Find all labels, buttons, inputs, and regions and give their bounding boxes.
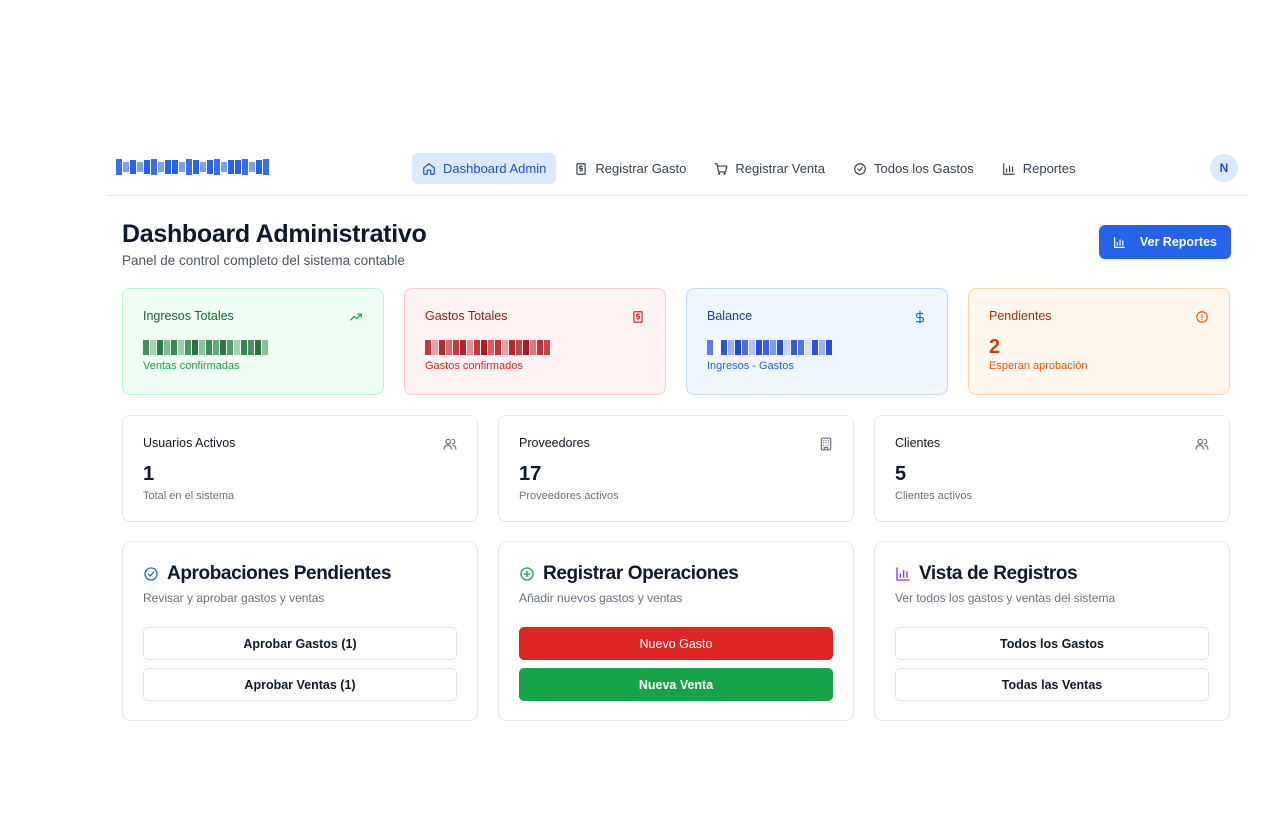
stat-label: Ingresos Totales — [143, 309, 234, 323]
stat-value: 2 — [989, 335, 1001, 358]
info-usuarios-activos: Usuarios Activos 1 Total en el sistema — [122, 415, 478, 522]
stat-label: Balance — [707, 309, 753, 323]
aprobar-ventas-button[interactable]: Aprobar Ventas (1) — [143, 668, 457, 701]
card-aprobaciones-pendientes: Aprobaciones Pendientes Revisar y aproba… — [122, 541, 478, 721]
info-note: Proveedores activos — [519, 490, 619, 502]
page-subtitle: Panel de control completo del sistema co… — [122, 253, 405, 268]
dollar-icon — [915, 310, 925, 324]
info-value: 1 — [143, 463, 155, 485]
cart-icon — [714, 162, 728, 175]
nav-registrar-venta[interactable]: Registrar Venta — [704, 153, 835, 184]
stat-value-redacted — [143, 336, 363, 358]
nuevo-gasto-button[interactable]: Nuevo Gasto — [519, 627, 833, 660]
nav-label: Registrar Gasto — [595, 161, 687, 176]
info-cards: Usuarios Activos 1 Total en el sistema P… — [122, 415, 1231, 522]
info-proveedores: Proveedores 17 Proveedores activos — [498, 415, 854, 522]
brand-logo[interactable] — [116, 158, 269, 176]
check-circle-icon — [144, 567, 158, 581]
redacted-value — [143, 339, 268, 355]
receipt-icon — [576, 162, 587, 175]
stat-note: Gastos confirmados — [425, 360, 523, 372]
stat-pendientes: Pendientes 2 Esperan aprobación — [968, 288, 1230, 395]
stat-value-redacted — [707, 336, 927, 358]
bar-chart-icon — [1002, 162, 1015, 175]
nueva-venta-button[interactable]: Nueva Venta — [519, 668, 833, 701]
todos-los-gastos-button[interactable]: Todos los Gastos — [895, 627, 1209, 660]
nav-label: Todos los Gastos — [874, 161, 974, 176]
nav-dashboard-admin[interactable]: Dashboard Admin — [412, 153, 557, 184]
stat-note: Esperan aprobación — [989, 360, 1088, 372]
card-title: Aprobaciones Pendientes — [167, 563, 392, 584]
card-buttons: Todos los Gastos Todas las Ventas — [895, 627, 1209, 701]
redacted-value — [707, 339, 832, 355]
info-value: 17 — [519, 463, 542, 485]
nav-reportes[interactable]: Reportes — [992, 153, 1086, 184]
nav-registrar-gasto[interactable]: Registrar Gasto — [564, 153, 696, 184]
action-cards: Aprobaciones Pendientes Revisar y aproba… — [122, 541, 1231, 721]
trending-up-icon — [350, 313, 362, 321]
stat-note: Ingresos - Gastos — [707, 360, 794, 372]
page-header: Dashboard Administrativo Panel de contro… — [122, 220, 427, 268]
stat-value-redacted — [425, 336, 645, 358]
info-note: Total en el sistema — [143, 490, 235, 502]
users-icon — [1195, 438, 1209, 450]
todas-las-ventas-button[interactable]: Todas las Ventas — [895, 668, 1209, 701]
stat-cards: Ingresos Totales Ventas confirmadas Gast… — [122, 288, 1231, 395]
nav-label: Reportes — [1022, 161, 1076, 176]
stat-balance: Balance Ingresos - Gastos — [686, 288, 948, 395]
nav-links: Dashboard Admin Registrar Gasto Registra… — [412, 153, 1085, 184]
stat-label: Gastos Totales — [425, 309, 508, 323]
card-description: Revisar y aprobar gastos y ventas — [143, 591, 325, 605]
nav-label: Registrar Venta — [735, 161, 825, 176]
nav-todos-los-gastos[interactable]: Todos los Gastos — [843, 153, 984, 184]
ver-reportes-label: Ver Reportes — [1139, 235, 1217, 249]
card-title: Registrar Operaciones — [543, 563, 739, 584]
alert-circle-icon — [1196, 311, 1208, 323]
ver-reportes-button[interactable]: Ver Reportes — [1098, 225, 1231, 259]
receipt-icon — [633, 311, 643, 323]
stat-ingresos-totales: Ingresos Totales Ventas confirmadas — [122, 288, 384, 395]
home-icon — [423, 162, 435, 175]
card-buttons: Aprobar Gastos (1) Aprobar Ventas (1) — [143, 627, 457, 701]
redacted-value — [425, 339, 550, 355]
card-buttons: Nuevo Gasto Nueva Venta — [519, 627, 833, 701]
info-clientes: Clientes 5 Clientes activos — [874, 415, 1230, 522]
card-header: Aprobaciones Pendientes — [143, 563, 457, 585]
avatar[interactable]: N — [1210, 154, 1238, 182]
stat-label: Pendientes — [989, 309, 1052, 323]
bar-chart-icon — [1113, 236, 1125, 248]
card-vista-de-registros: Vista de Registros Ver todos los gastos … — [874, 541, 1230, 721]
app: Dashboard Admin Registrar Gasto Registra… — [108, 140, 1248, 721]
info-label: Usuarios Activos — [143, 436, 236, 450]
card-description: Añadir nuevos gastos y ventas — [519, 591, 683, 605]
card-description: Ver todos los gastos y ventas del sistem… — [895, 591, 1116, 605]
building-icon — [820, 437, 832, 451]
info-label: Clientes — [895, 436, 941, 450]
card-header: Vista de Registros — [895, 563, 1209, 585]
check-circle-icon — [854, 162, 866, 175]
card-header: Registrar Operaciones — [519, 563, 833, 585]
stat-note: Ventas confirmadas — [143, 360, 240, 372]
card-title: Vista de Registros — [919, 563, 1078, 584]
card-registrar-operaciones: Registrar Operaciones Añadir nuevos gast… — [498, 541, 854, 721]
info-label: Proveedores — [519, 436, 590, 450]
users-icon — [443, 438, 457, 450]
stat-gastos-totales: Gastos Totales Gastos confirmados — [404, 288, 666, 395]
info-value: 5 — [895, 463, 907, 485]
plus-circle-icon — [520, 567, 534, 581]
aprobar-gastos-button[interactable]: Aprobar Gastos (1) — [143, 627, 457, 660]
top-nav: Dashboard Admin Registrar Gasto Registra… — [108, 140, 1248, 196]
page-title: Dashboard Administrativo — [122, 220, 427, 248]
bar-chart-icon — [896, 567, 910, 581]
info-note: Clientes activos — [895, 490, 973, 502]
nav-label: Dashboard Admin — [443, 161, 547, 176]
